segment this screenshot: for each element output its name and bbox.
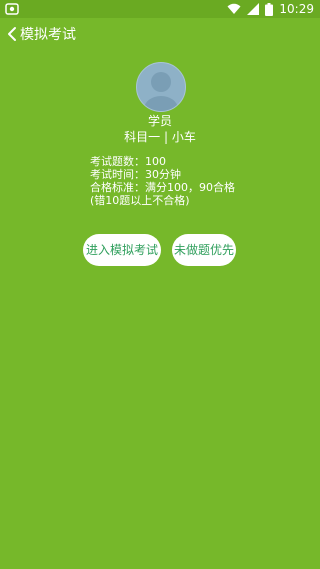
exam-info: 考试题数：100 考试时间：30分钟 合格标准：满分100，90合格 (错10题… (90, 155, 235, 207)
chevron-left-icon (8, 27, 16, 41)
battery-icon (265, 2, 274, 16)
exam-question-count: 考试题数：100 (90, 155, 166, 168)
undone-first-button[interactable]: 未做题优先 (172, 234, 236, 266)
screenshot-icon (5, 3, 19, 15)
back-button[interactable]: 模拟考试 (0, 24, 76, 44)
avatar (136, 62, 186, 112)
wifi-icon (227, 3, 241, 14)
status-time: 10:29 (279, 2, 314, 16)
signal-icon (247, 3, 260, 15)
status-bar: 10:29 (0, 0, 320, 18)
top-bar: 模拟考试 (0, 22, 76, 46)
exam-pass-standard: 合格标准：满分100，90合格 (90, 181, 235, 194)
exam-fail-note: (错10题以上不合格) (90, 194, 190, 207)
user-name: 学员 (147, 114, 172, 128)
page-title: 模拟考试 (20, 27, 76, 43)
start-mock-exam-button[interactable]: 进入模拟考试 (83, 234, 161, 266)
user-icon (144, 72, 178, 111)
exam-duration: 考试时间：30分钟 (90, 168, 181, 181)
subject-label: 科目一 | 小车 (124, 130, 196, 144)
